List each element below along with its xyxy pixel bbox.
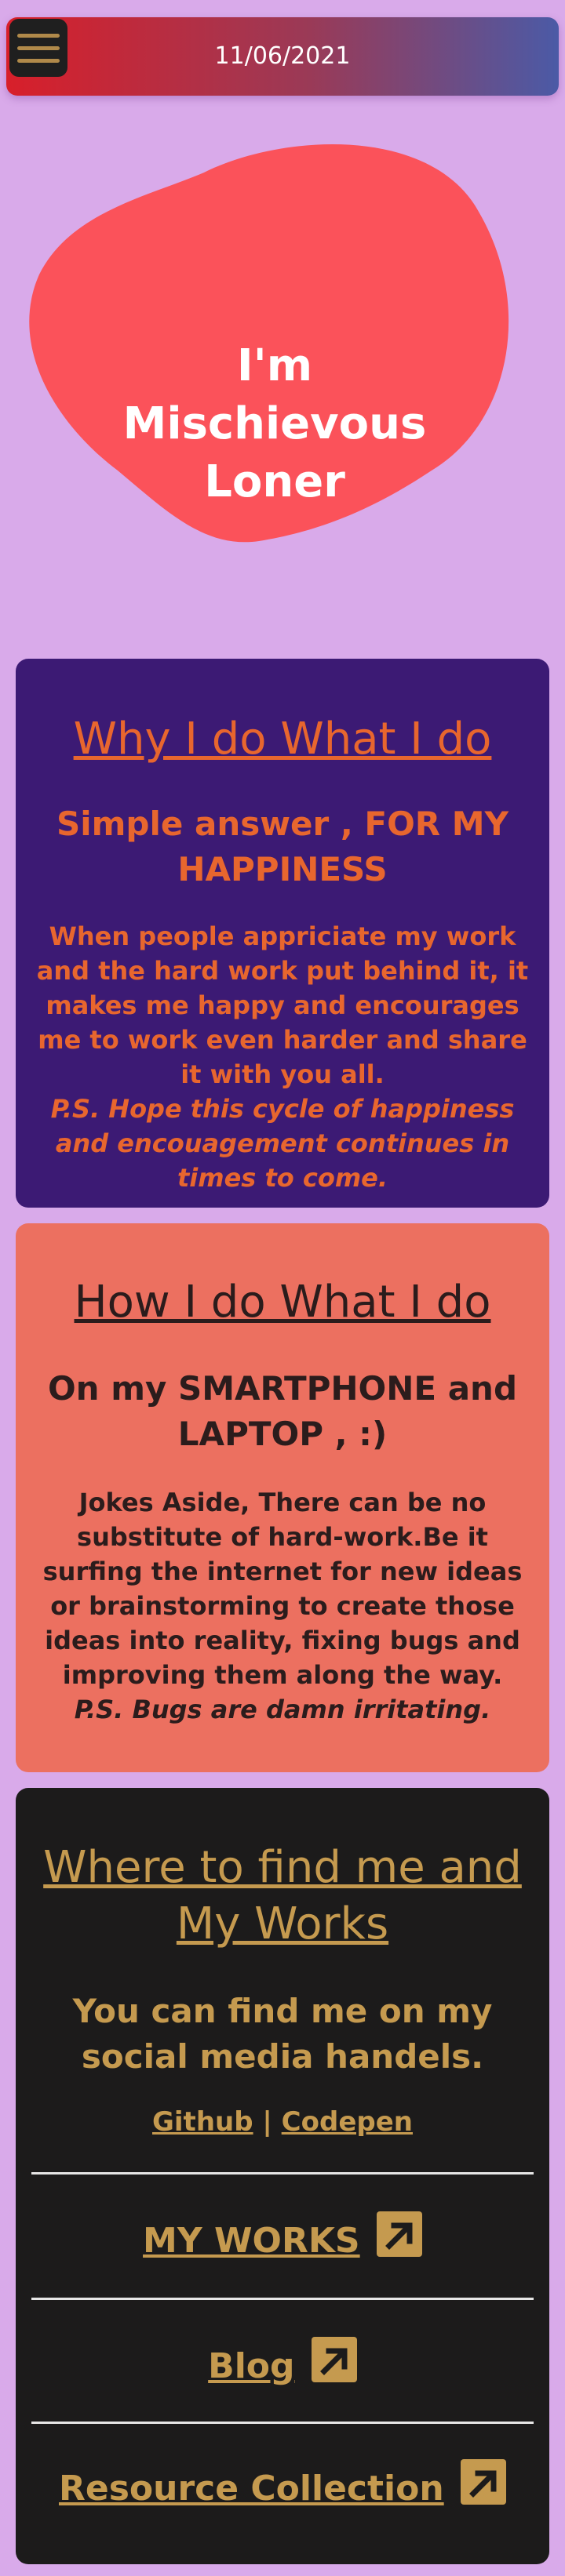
- my-works-label: MY WORKS: [143, 2221, 360, 2261]
- menu-line: [17, 33, 60, 38]
- where-card: Where to find me and My Works You can fi…: [16, 1788, 549, 2564]
- external-arrow-icon: [461, 2459, 506, 2505]
- why-body: When people appriciate my work and the h…: [30, 919, 535, 1195]
- why-note: P.S. Hope this cycle of happiness and en…: [50, 1094, 515, 1193]
- divider: [31, 2422, 534, 2424]
- divider: [31, 2298, 534, 2300]
- how-subtitle: On my SMARTPHONE and LAPTOP , :): [47, 1369, 518, 1453]
- how-text: Jokes Aside, There can be no substitute …: [42, 1488, 523, 1690]
- how-card: How I do What I do On my SMARTPHONE and …: [16, 1223, 549, 1772]
- why-text: When people appriciate my work and the h…: [36, 921, 529, 1089]
- external-arrow-icon: [311, 2337, 357, 2382]
- where-title: Where to find me and My Works: [43, 1842, 522, 1949]
- why-card: Why I do What I do Simple answer , FOR M…: [16, 659, 549, 1208]
- blog-link[interactable]: Blog: [16, 2337, 549, 2386]
- link-separator: |: [262, 2106, 272, 2138]
- hero-section: I'm Mischievous Loner: [24, 141, 526, 557]
- how-title: How I do What I do: [74, 1277, 491, 1328]
- hero-title: I'm Mischievous Loner: [122, 340, 427, 507]
- my-works-link[interactable]: MY WORKS: [16, 2211, 549, 2261]
- why-subtitle: Simple answer , FOR MY HAPPINESS: [56, 805, 508, 888]
- blog-label: Blog: [208, 2346, 295, 2386]
- divider: [31, 2172, 534, 2175]
- how-note: P.S. Bugs are damn irritating.: [74, 1695, 491, 1724]
- top-header: 11/06/2021: [6, 17, 559, 96]
- how-body: Jokes Aside, There can be no substitute …: [30, 1485, 535, 1727]
- social-links: Github | Codepen: [16, 2106, 549, 2138]
- header-date: 11/06/2021: [214, 42, 351, 70]
- resource-collection-link[interactable]: Resource Collection: [16, 2459, 549, 2509]
- external-arrow-icon: [376, 2211, 422, 2257]
- where-subtitle: You can find me on my social media hande…: [72, 1992, 493, 2076]
- codepen-link[interactable]: Codepen: [282, 2106, 413, 2138]
- github-link[interactable]: Github: [152, 2106, 253, 2138]
- why-title: Why I do What I do: [73, 714, 492, 765]
- resource-collection-label: Resource Collection: [58, 2469, 444, 2509]
